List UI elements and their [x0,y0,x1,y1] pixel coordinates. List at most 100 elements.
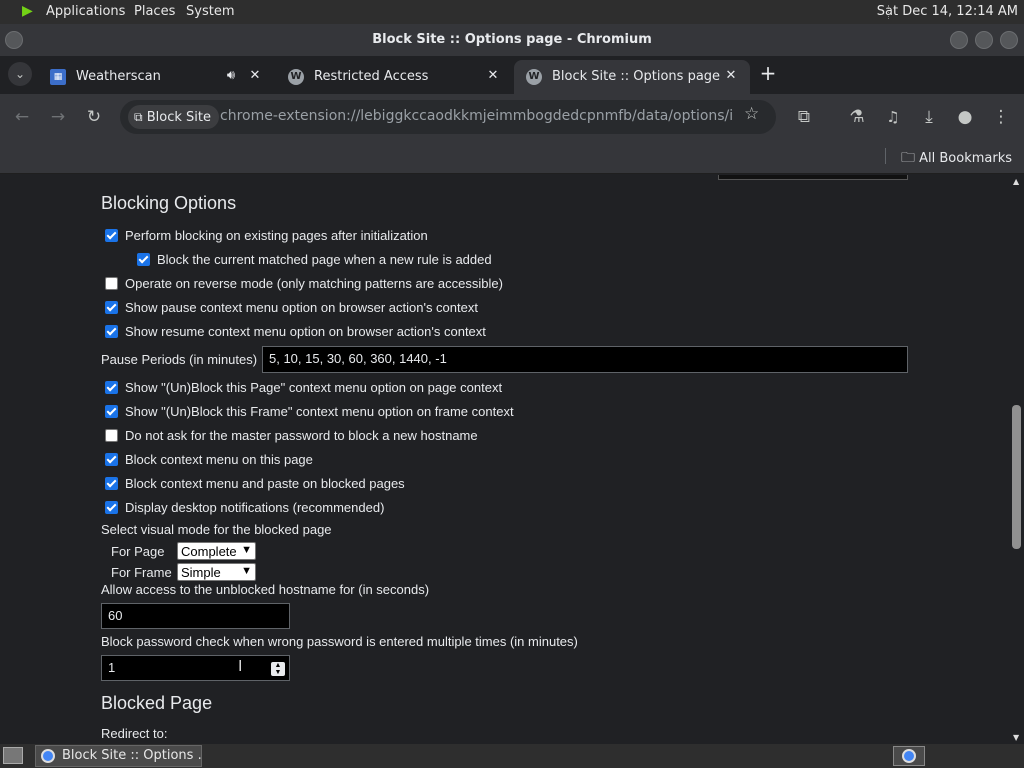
task-label: Block Site :: Options ... [62,748,202,763]
extensions-icon[interactable]: ⧉ [792,105,816,129]
tab-restricted-access[interactable]: W Restricted Access ✕ [276,60,512,94]
places-menu[interactable]: Places [134,4,175,19]
options-page-content: Blocking Options Perform blocking on exi… [0,175,1009,744]
checkbox[interactable] [105,501,118,514]
checkbox[interactable] [137,253,150,266]
tab-strip: ⌄ ▦ Weatherscan 🔊︎ ✕ W Restricted Access… [0,56,1024,140]
checkbox[interactable] [105,229,118,242]
bookmarks-bar: 🗀︎ All Bookmarks [0,140,1024,174]
media-control-icon[interactable]: ♫ [881,105,905,129]
clock[interactable]: Sat Dec 14, 12:14 AM [877,4,1018,19]
checkbox[interactable] [105,405,118,418]
tab-label: Block Site :: Options page [552,69,721,84]
tab-search-button[interactable]: ⌄ [8,62,32,86]
workspace-switcher[interactable] [893,746,925,766]
w-favicon-icon: W [288,69,304,85]
pause-periods-input[interactable]: 5, 10, 15, 30, 60, 360, 1440, -1 [262,346,908,373]
option-label: Display desktop notifications (recommend… [125,500,385,515]
puzzle-icon: ⧉ [134,110,143,124]
close-tab-icon[interactable]: ✕ [246,67,264,85]
toolbar: ← → ↻ ⧉ Block Site chrome-extension://le… [0,94,1024,140]
scrollbar-thumb[interactable] [1012,405,1021,549]
back-arrow-icon[interactable]: ← [10,105,34,129]
checkbox[interactable] [105,381,118,394]
checkbox[interactable] [105,429,118,442]
site-info-chip[interactable]: ⧉ Block Site [128,105,219,129]
checkbox[interactable] [105,477,118,490]
password-check-input[interactable]: 1 I ▲ ▼ [101,655,290,681]
select-value: Complete [181,544,237,559]
close-tab-icon[interactable]: ✕ [484,67,502,85]
for-frame-select[interactable]: Simple ▼ [177,563,256,581]
tab-label: Restricted Access [314,69,429,84]
w-favicon-icon: W [526,69,542,85]
download-icon[interactable]: ⤓ [917,105,941,129]
password-check-value: 1 [108,660,116,675]
show-desktop-icon[interactable] [3,747,23,764]
blocked-page-heading: Blocked Page [101,693,213,713]
profile-avatar-icon[interactable]: ● [953,105,977,129]
checkbox[interactable] [105,453,118,466]
scroll-up-arrow-icon[interactable]: ▲ [1013,177,1019,186]
checkbox[interactable] [105,325,118,338]
reload-icon[interactable]: ↻ [82,105,106,129]
checkbox[interactable] [105,277,118,290]
tab-label: Weatherscan [76,69,161,84]
labs-flask-icon[interactable]: ⚗ [845,105,869,129]
url-text[interactable]: chrome-extension://lebiggkccaodkkmjeimmb… [220,108,734,124]
new-tab-button[interactable]: + [756,61,780,85]
system-menu[interactable]: System [186,4,234,19]
applications-menu[interactable]: Applications [46,4,125,19]
audio-icon[interactable]: 🔊︎ [222,67,240,85]
chevron-down-icon: ▼ [241,544,252,556]
select-value: Simple [181,565,221,580]
option-label: Show pause context menu option on browse… [125,300,478,315]
option-label: Block context menu and paste on blocked … [125,476,405,491]
chromium-icon [902,749,916,763]
gnome-foot-icon[interactable]: ▶ [22,3,33,19]
close-tab-icon[interactable]: ✕ [722,67,740,85]
allow-access-input[interactable]: 60 [101,603,290,629]
bottom-panel: Block Site :: Options ... [0,744,1024,768]
top-panel: ▶ Applications Places System Sat Dec 14,… [0,0,1024,24]
tab-weatherscan[interactable]: ▦ Weatherscan 🔊︎ ✕ [38,60,270,94]
bookmarks-separator [885,148,886,164]
option-label: Perform blocking on existing pages after… [125,228,428,243]
bookmark-star-icon[interactable]: ☆ [744,104,759,124]
option-label: Operate on reverse mode (only matching p… [125,276,503,291]
weatherscan-favicon: ▦ [50,69,66,85]
chromium-icon [41,749,55,763]
option-label: Show "(Un)Block this Frame" context menu… [125,404,514,419]
allow-access-label: Allow access to the unblocked hostname f… [101,582,430,597]
minimize-button[interactable] [950,31,968,49]
for-frame-label: For Frame [111,565,172,580]
forward-arrow-icon[interactable]: → [46,105,70,129]
chevron-down-icon: ▼ [241,565,252,577]
page-scrollbar[interactable]: ▲ ▼ [1009,175,1024,744]
spinner-arrows-icon[interactable]: ▲ ▼ [271,662,285,676]
taskbar-chromium-window[interactable]: Block Site :: Options ... [35,745,202,767]
all-bookmarks-button[interactable]: 🗀︎ All Bookmarks [901,147,1012,171]
option-label: Show resume context menu option on brows… [125,324,486,339]
text-cursor-icon: I [238,658,243,675]
checkbox[interactable] [105,301,118,314]
all-bookmarks-label: All Bookmarks [919,151,1013,166]
close-window-button[interactable] [1000,31,1018,49]
scrolled-input-bottom[interactable] [718,175,908,180]
option-label: Block the current matched page when a ne… [157,252,492,267]
scroll-down-arrow-icon[interactable]: ▼ [1013,733,1019,742]
window-title: Block Site :: Options page - Chromium [372,32,652,47]
menu-kebab-icon[interactable]: ⋮ [989,105,1013,129]
option-label: Show "(Un)Block this Page" context menu … [125,380,503,395]
folder-icon: 🗀︎ [901,150,915,166]
option-label: Do not ask for the master password to bl… [125,428,478,443]
visual-mode-label: Select visual mode for the blocked page [101,522,332,537]
redirect-label: Redirect to: [101,726,168,741]
password-check-label: Block password check when wrong password… [101,634,578,649]
maximize-button[interactable] [975,31,993,49]
pause-periods-label: Pause Periods (in minutes) [101,352,258,367]
window-titlebar[interactable]: Block Site :: Options page - Chromium [0,24,1024,56]
omnibox[interactable]: ⧉ Block Site chrome-extension://lebiggkc… [120,100,776,134]
for-page-select[interactable]: Complete ▼ [177,542,256,560]
tab-block-site-options[interactable]: W Block Site :: Options page ✕ [514,60,750,94]
